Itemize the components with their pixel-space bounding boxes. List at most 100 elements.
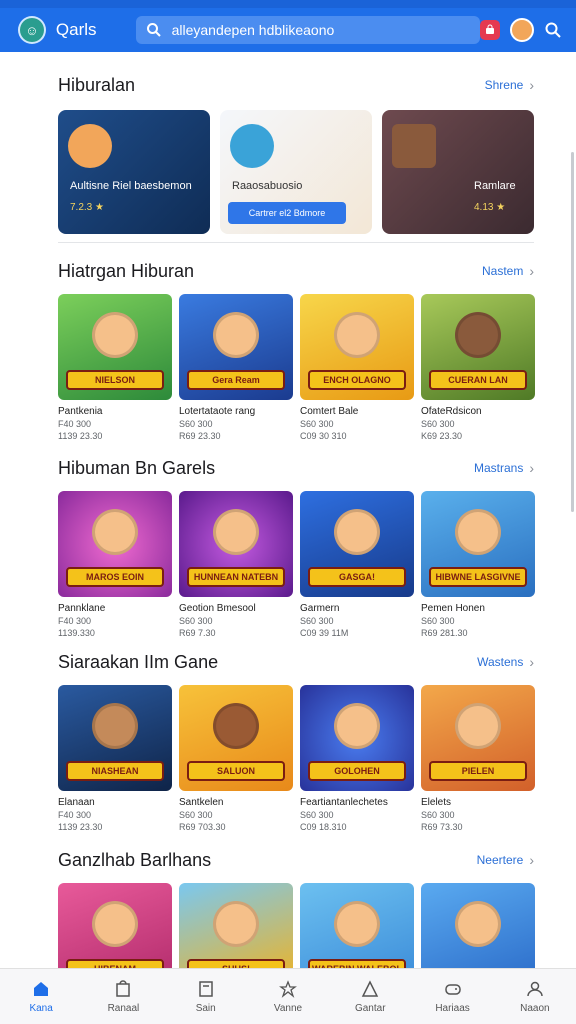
nav-item-tent[interactable]: Gantar — [329, 969, 411, 1024]
see-all-link[interactable]: Nastem › — [482, 263, 534, 279]
game-thumbnail: NIASHEAN — [58, 685, 172, 791]
game-name: Lotertataote rang — [179, 406, 256, 417]
game-meta: S60 300 — [300, 419, 334, 429]
game-tile[interactable]: ENCH OLAGNO Comtert Bale S60 300 C09 30 … — [300, 294, 414, 441]
content-scroll[interactable]: Hiburalan Shrene › Aultisne Riel baesbemo… — [0, 52, 576, 968]
chevron-right-icon: › — [529, 852, 534, 868]
game-tile[interactable]: HIBWNE LASGIVNE Pemen Honen S60 300 R69 … — [421, 491, 535, 638]
section-games: Siaraakan IIm Gane Wastens › NIASHEAN Ela… — [58, 649, 535, 832]
game-meta: S60 300 — [300, 616, 334, 626]
game-meta: S60 300 — [421, 810, 455, 820]
game-tile[interactable]: GOLOHEN Feartiantanlechetes S60 300 C09 … — [300, 685, 414, 832]
section-title: Hiatrgan Hiburan — [58, 260, 195, 281]
nav-label: Ranaal — [107, 1003, 140, 1014]
game-tile[interactable]: WAREBIN WALEBOL — [300, 883, 414, 968]
featured-card[interactable]: Aultisne Riel baesbemon 7.2.3 ★ — [58, 110, 210, 234]
game-meta: R69 7.30 — [179, 628, 216, 638]
game-tile[interactable]: CUERAN LAN OfateRdsicon S60 300 K69 23.3… — [421, 294, 535, 441]
nav-item-home[interactable]: Kana — [0, 969, 82, 1024]
bottom-navigation: Kana Ranaal Sain Vanne Gantar Hariaas Na… — [0, 968, 576, 1024]
game-thumbnail: HUNNEAN NATEBN — [179, 491, 293, 597]
game-meta: C09 39 11M — [300, 628, 349, 638]
game-meta: K69 23.30 — [421, 431, 463, 441]
nav-item-profile[interactable]: Naaon — [494, 969, 576, 1024]
game-thumbnail: MAROS EOIN — [58, 491, 172, 597]
game-tile[interactable]: NIASHEAN Elanaan F40 300 1139 23.30 — [58, 685, 172, 832]
game-tile[interactable]: GASGA! Garmern S60 300 C09 39 11M — [300, 491, 414, 638]
game-thumbnail: SHUS! — [179, 883, 293, 968]
game-tile[interactable]: HIBENAM — [58, 883, 172, 968]
bag-icon — [486, 24, 495, 34]
game-thumbnail: Gera Ream — [179, 294, 293, 400]
game-tile[interactable]: SHUS! — [179, 883, 293, 968]
game-meta: S60 300 — [179, 419, 213, 429]
game-meta: R69 703.30 — [179, 822, 226, 832]
game-thumbnail: GASGA! — [300, 491, 414, 597]
featured-title: Ramlare — [474, 180, 516, 192]
see-all-link[interactable]: Shrene › — [485, 77, 534, 93]
tent-icon — [362, 980, 379, 997]
game-thumbnail: CUERAN LAN — [421, 294, 535, 400]
featured-title: Raaosabuosio — [232, 180, 303, 192]
featured-rating: 4.13 ★ — [474, 202, 506, 213]
status-bar — [0, 0, 576, 8]
game-meta: S60 300 — [179, 616, 213, 626]
see-all-link[interactable]: Neertere › — [477, 852, 534, 868]
game-tile[interactable]: SALUON Santkelen S60 300 R69 703.30 — [179, 685, 293, 832]
featured-card[interactable]: Ramlare 4.13 ★ — [382, 110, 534, 234]
nav-item-book[interactable]: Sain — [165, 969, 247, 1024]
search-icon[interactable] — [544, 21, 562, 39]
game-name: Pantkenia — [58, 406, 103, 417]
book-icon — [198, 981, 213, 997]
nav-item-store[interactable]: Ranaal — [82, 969, 164, 1024]
nav-label: Gantar — [354, 1003, 386, 1014]
game-name: Elelets — [421, 797, 452, 808]
game-meta: F40 300 — [58, 616, 92, 626]
section-title: Hiburalan — [58, 74, 136, 95]
app-logo-avatar[interactable]: ☺ — [18, 16, 46, 44]
game-tile[interactable]: NIELSON Pantkenia F40 300 1139 23.30 — [58, 294, 172, 441]
game-tile[interactable]: MAROS EOIN Pannklane F40 300 1139.330 — [58, 491, 172, 638]
see-all-link[interactable]: Wastens › — [477, 654, 534, 670]
nav-item-star[interactable]: Vanne — [247, 969, 329, 1024]
app-title: Qarls — [55, 20, 97, 39]
game-name: Geotion Bmesool — [179, 603, 256, 614]
game-tile[interactable]: Gera Ream Lotertataote rang S60 300 R69 … — [179, 294, 293, 441]
featured-action-button[interactable]: Cartrer el2 Bdmore — [228, 202, 346, 224]
scrollbar[interactable] — [571, 152, 574, 512]
game-meta: R69 73.30 — [421, 822, 463, 832]
game-name: Santkelen — [179, 797, 224, 808]
game-name: Pannklane — [58, 603, 106, 614]
game-thumbnail: ENCH OLAGNO — [300, 294, 414, 400]
divider — [58, 242, 534, 243]
nav-label: Naaon — [520, 1003, 550, 1014]
game-thumbnail: GOLOHEN — [300, 685, 414, 791]
game-name: Feartiantanlechetes — [300, 797, 388, 808]
game-tile[interactable] — [421, 883, 535, 968]
section-title: Ganzlhab Barlhans — [58, 849, 212, 870]
game-meta: R69 23.30 — [179, 431, 221, 441]
section-title: Hibuman Bn Garels — [58, 457, 216, 478]
game-name: Elanaan — [58, 797, 95, 808]
game-meta: R69 281.30 — [421, 628, 468, 638]
character-image — [230, 124, 274, 168]
nav-item-games[interactable]: Hariaas — [411, 969, 493, 1024]
user-avatar[interactable] — [510, 18, 535, 42]
game-thumbnail: SALUON — [179, 685, 293, 791]
game-name: OfateRdsicon — [421, 406, 482, 417]
nav-label: Hariaas — [435, 1003, 470, 1014]
game-tile[interactable]: HUNNEAN NATEBN Geotion Bmesool S60 300 R… — [179, 491, 293, 638]
search-input[interactable]: alleyandepen hdblikeaono — [172, 22, 335, 38]
see-all-link[interactable]: Mastrans › — [474, 460, 534, 476]
game-thumbnail: HIBENAM — [58, 883, 172, 968]
game-name: Pemen Honen — [421, 603, 485, 614]
featured-card[interactable]: Raaosabuosio Cartrer el2 Bdmore — [220, 110, 372, 234]
search-bar[interactable]: alleyandepen hdblikeaono — [135, 16, 481, 44]
notification-button[interactable] — [480, 20, 501, 40]
game-meta: C09 18.310 — [300, 822, 347, 832]
game-meta: 1139 23.30 — [58, 431, 103, 441]
gamepad-icon — [444, 984, 461, 995]
game-tile[interactable]: PIELEN Elelets S60 300 R69 73.30 — [421, 685, 535, 832]
nav-label: Kana — [29, 1003, 53, 1014]
section-title: Siaraakan IIm Gane — [58, 651, 219, 672]
